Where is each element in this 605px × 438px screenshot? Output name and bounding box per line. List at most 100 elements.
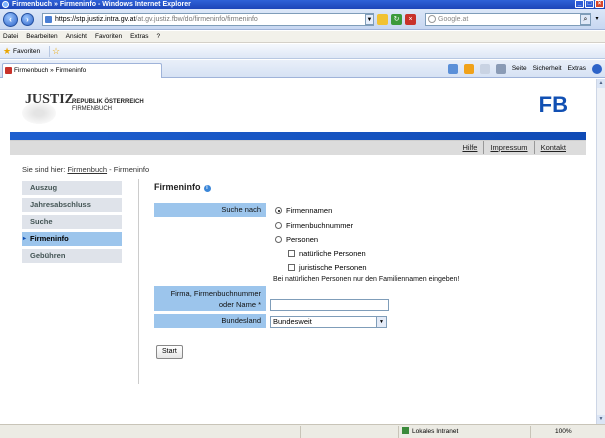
page-title: Firmeninfo i (154, 182, 574, 192)
scroll-down-icon[interactable]: ▼ (597, 415, 605, 424)
nav-item-jahresabschluss[interactable]: Jahresabschluss (22, 198, 122, 212)
search-icon[interactable]: ⌕ (580, 14, 591, 25)
maximize-button[interactable]: □ (585, 0, 594, 8)
menu-datei[interactable]: Datei (3, 31, 18, 42)
name-label-line-2: oder Name * (218, 300, 261, 309)
address-toolbar: ‹ › https://stp.justiz.intra.gv.at/at.gv… (0, 9, 605, 30)
search-placeholder: Google.at (438, 16, 469, 23)
option-juristische-personen[interactable]: juristische Personen (288, 263, 367, 272)
home-icon[interactable] (447, 64, 458, 74)
chevron-down-icon[interactable]: ▼ (376, 317, 386, 327)
mail-icon[interactable] (479, 64, 490, 74)
name-label: Firma, Firmenbuchnummer oder Name * (154, 286, 266, 311)
favorites-bar: ★ Favoriten ☆ (0, 44, 605, 59)
checkbox-juristische[interactable] (288, 264, 295, 271)
radio-firmenbuchnummer[interactable] (275, 222, 282, 229)
link-hilfe[interactable]: Hilfe (456, 141, 483, 154)
window-title-bar: Firmenbuch » Firmeninfo - Windows Intern… (0, 0, 605, 9)
option-label: natürliche Personen (299, 249, 366, 258)
menu-extras[interactable]: Extras (130, 31, 148, 42)
radio-firmennamen[interactable] (275, 207, 282, 214)
nav-item-suche[interactable]: Suche (22, 215, 122, 229)
name-input[interactable] (270, 299, 389, 311)
justiz-logo[interactable]: JUSTIZ (25, 92, 74, 108)
site-favicon-icon (5, 67, 12, 74)
bundesland-value: Bundesweit (273, 317, 312, 326)
page-title-text: Firmeninfo (154, 182, 201, 192)
back-icon[interactable]: ‹ (3, 12, 18, 27)
add-favorite-icon[interactable]: ☆ (49, 46, 61, 57)
help-icon[interactable] (592, 64, 602, 74)
nav-item-gebuehren[interactable]: Gebühren (22, 249, 122, 263)
menu-seite[interactable]: Seite (512, 63, 527, 75)
ie-icon (2, 1, 9, 8)
refresh-icon[interactable]: ↻ (391, 14, 402, 25)
option-personen[interactable]: Personen (275, 235, 318, 244)
menu-help[interactable]: ? (157, 31, 161, 42)
option-natuerliche-personen[interactable]: natürliche Personen (288, 249, 366, 258)
tab-label: Firmenbuch » Firmeninfo (14, 67, 87, 74)
lock-icon[interactable] (377, 14, 388, 25)
address-action-icons: ↻ × (377, 14, 416, 25)
menu-ansicht[interactable]: Ansicht (66, 31, 87, 42)
address-input[interactable]: https://stp.justiz.intra.gv.at/at.gv.jus… (42, 13, 374, 26)
link-impressum[interactable]: Impressum (483, 141, 533, 154)
form-area: Firmeninfo i (154, 182, 574, 192)
radio-personen[interactable] (275, 236, 282, 243)
link-kontakt[interactable]: Kontakt (533, 141, 572, 154)
breadcrumb-link-firmenbuch[interactable]: Firmenbuch (67, 165, 107, 174)
start-button[interactable]: Start (156, 345, 183, 359)
status-bar: Lokales Intranet 100% (0, 424, 605, 438)
site-header: JUSTIZ REPUBLIK ÖSTERREICH FIRMENBUCH FB (10, 84, 586, 132)
vertical-scrollbar[interactable]: ▲ ▼ (596, 79, 605, 424)
nav-item-auszug[interactable]: Auszug (22, 181, 122, 195)
search-dropdown-icon[interactable]: ▾ (593, 14, 601, 25)
zoom-level[interactable]: 100% (555, 425, 572, 438)
stop-icon[interactable]: × (405, 14, 416, 25)
favorites-button[interactable]: Favoriten (13, 44, 40, 59)
nav-label: Auszug (30, 183, 58, 192)
option-firmennamen[interactable]: Firmennamen (275, 206, 332, 215)
close-button[interactable]: × (595, 0, 604, 8)
search-by-label: Suche nach (154, 203, 266, 217)
menu-extras-cmd[interactable]: Extras (568, 63, 586, 75)
forward-icon[interactable]: › (21, 13, 34, 26)
nav-item-firmeninfo[interactable]: ▸ Firmeninfo (22, 232, 122, 246)
checkbox-natuerliche[interactable] (288, 250, 295, 257)
menu-bearbeiten[interactable]: Bearbeiten (26, 31, 57, 42)
window-title: Firmenbuch » Firmeninfo - Windows Intern… (12, 1, 191, 8)
side-navigation: Auszug Jahresabschluss Suche ▸ Firmeninfo… (22, 181, 122, 266)
firmenbuch-label: FIRMENBUCH (72, 106, 112, 112)
tab-row: Firmenbuch » Firmeninfo Seite Sicherheit… (0, 60, 605, 78)
option-firmenbuchnummer[interactable]: Firmenbuchnummer (275, 221, 353, 230)
minimize-button[interactable]: _ (575, 0, 584, 8)
nav-label: Firmeninfo (30, 234, 69, 243)
nav-arrow-icon: ▸ (23, 236, 27, 242)
google-icon (428, 15, 436, 23)
favorites-star-icon[interactable]: ★ (3, 47, 11, 56)
header-blue-band (10, 132, 586, 140)
url-main: https://stp.justiz.intra.gv.at (55, 16, 136, 23)
feeds-icon[interactable] (463, 64, 474, 74)
breadcrumb-separator: - (107, 165, 114, 174)
address-dropdown-icon[interactable]: ▼ (365, 14, 374, 25)
name-label-line-1: Firma, Firmenbuchnummer (170, 289, 261, 298)
search-input[interactable]: Google.at (425, 13, 591, 26)
breadcrumb-prefix: Sie sind hier: (22, 165, 66, 174)
window-controls: _ □ × (575, 0, 604, 8)
option-label: juristische Personen (299, 263, 367, 272)
republic-label: REPUBLIK ÖSTERREICH (72, 99, 144, 105)
tab-firmeninfo[interactable]: Firmenbuch » Firmeninfo (2, 63, 162, 78)
option-label: Firmenbuchnummer (286, 221, 354, 230)
bundesland-select[interactable]: Bundesweit ▼ (270, 316, 387, 328)
status-divider (530, 426, 531, 438)
menu-sicherheit[interactable]: Sicherheit (533, 63, 562, 75)
print-icon[interactable] (495, 64, 506, 74)
content-divider (138, 179, 139, 384)
option-label: Personen (286, 235, 319, 244)
info-icon[interactable]: i (203, 185, 211, 192)
scroll-up-icon[interactable]: ▲ (597, 79, 605, 88)
bundesland-label: Bundesland (154, 314, 266, 328)
name-hint: Bei natürlichen Personen nur den Familie… (273, 276, 460, 283)
menu-favoriten[interactable]: Favoriten (95, 31, 122, 42)
